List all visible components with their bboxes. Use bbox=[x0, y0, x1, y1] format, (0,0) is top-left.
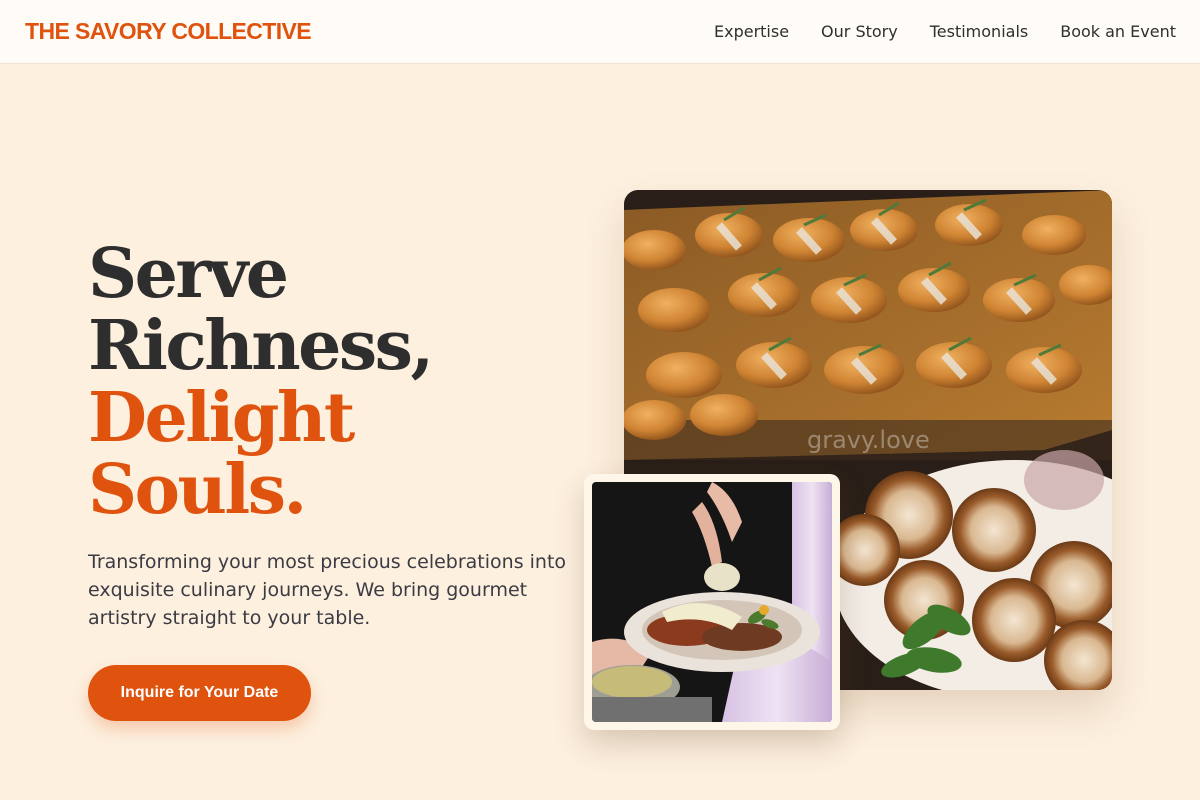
headline-line-3: Delight Souls. bbox=[88, 378, 355, 530]
nav-links: Expertise Our Story Testimonials Book an… bbox=[714, 22, 1176, 41]
nav-link-expertise[interactable]: Expertise bbox=[714, 22, 789, 41]
nav-link-testimonials[interactable]: Testimonials bbox=[930, 22, 1029, 41]
plated-dish-icon bbox=[592, 482, 832, 722]
headline-line-1: Serve bbox=[88, 234, 289, 314]
image-watermark: gravy.love bbox=[807, 426, 930, 454]
hero-text: Serve Richness, Delight Souls. Transform… bbox=[88, 238, 588, 721]
brand-logo[interactable]: THE SAVORY COLLECTIVE bbox=[25, 18, 312, 45]
hero-headline: Serve Richness, Delight Souls. bbox=[88, 238, 588, 526]
nav-link-book-event[interactable]: Book an Event bbox=[1060, 22, 1176, 41]
plated-dish-frame bbox=[584, 474, 840, 730]
top-navbar: THE SAVORY COLLECTIVE Expertise Our Stor… bbox=[0, 0, 1200, 64]
plated-dish-image bbox=[592, 482, 832, 722]
headline-line-2: Richness, bbox=[88, 306, 434, 386]
hero-subtitle: Transforming your most precious celebrat… bbox=[88, 551, 567, 629]
inquire-button[interactable]: Inquire for Your Date bbox=[88, 665, 311, 721]
nav-link-our-story[interactable]: Our Story bbox=[821, 22, 898, 41]
